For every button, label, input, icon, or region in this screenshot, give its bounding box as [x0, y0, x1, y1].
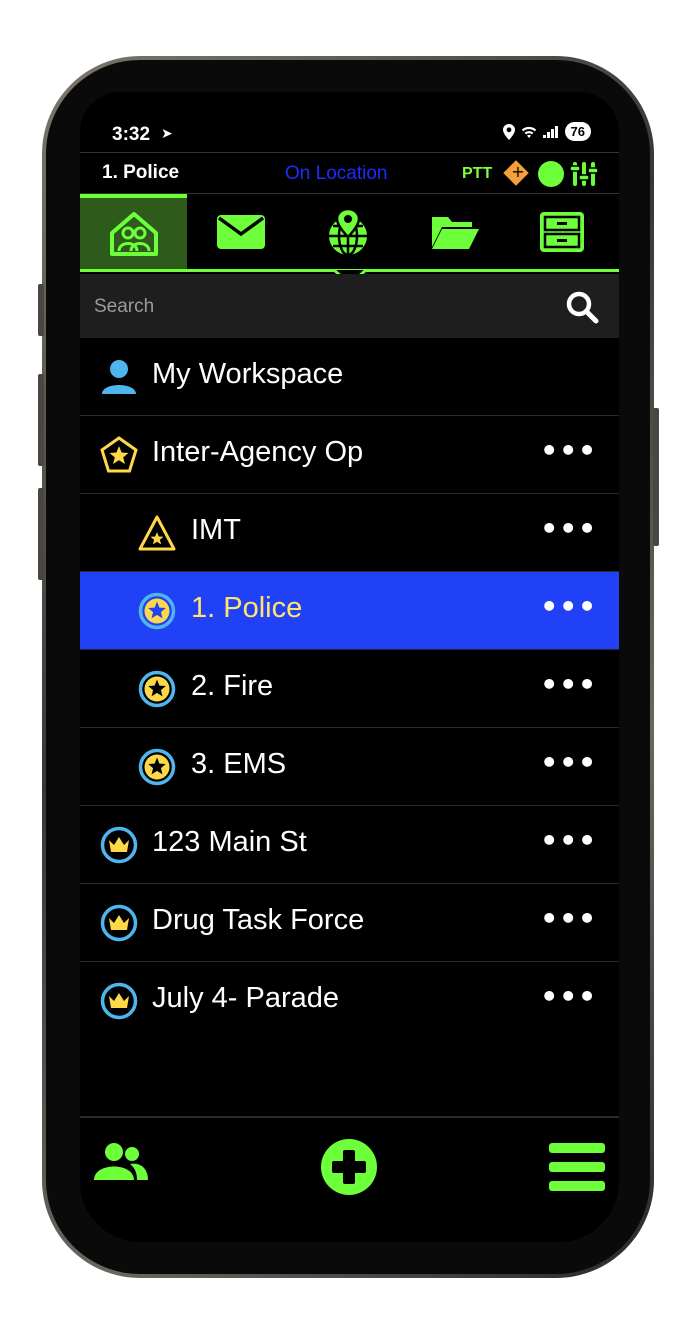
- workspace-list: My Workspace Inter-Agency Op ••• IMT •••: [80, 338, 619, 1040]
- mail-icon: [216, 215, 265, 249]
- volume-down-button: [38, 488, 44, 580]
- info-row: 1. Police On Location PTT +: [80, 152, 619, 194]
- status-icons: 76: [502, 122, 591, 141]
- side-button: [38, 284, 44, 336]
- tab-bar: [80, 194, 619, 270]
- list-item[interactable]: July 4- Parade •••: [80, 962, 619, 1040]
- plus-icon: +: [511, 162, 525, 181]
- more-options-button[interactable]: •••: [540, 902, 597, 935]
- list-item-label: My Workspace: [152, 358, 344, 390]
- volume-up-button: [38, 374, 44, 466]
- unit-name[interactable]: 1. Police: [102, 162, 179, 184]
- list-item[interactable]: IMT •••: [80, 494, 619, 572]
- more-options-button[interactable]: •••: [540, 980, 597, 1013]
- globe-pin-icon: [328, 207, 367, 257]
- tab-map[interactable]: [294, 194, 401, 270]
- screen: 3:32 ➤ 76 1. Police On Location PTT + Se…: [80, 92, 619, 1242]
- folder-icon: [431, 217, 479, 249]
- search-input[interactable]: [92, 288, 536, 326]
- search-bar: [80, 274, 619, 338]
- ptt-label[interactable]: PTT: [462, 165, 492, 183]
- add-icon[interactable]: [320, 1138, 378, 1196]
- list-item-label: 2. Fire: [191, 670, 274, 702]
- search-icon[interactable]: [565, 290, 599, 324]
- crown-icon: [100, 826, 138, 864]
- list-item-label: July 4- Parade: [152, 982, 339, 1014]
- wifi-icon: [521, 126, 536, 138]
- tab-cabinet[interactable]: [508, 194, 615, 270]
- list-item-label: IMT: [191, 514, 241, 546]
- list-item[interactable]: 3. EMS •••: [80, 728, 619, 806]
- more-options-button[interactable]: •••: [540, 824, 597, 857]
- crown-icon: [100, 982, 138, 1020]
- more-options-button[interactable]: •••: [540, 668, 597, 701]
- battery-badge: 76: [564, 122, 591, 141]
- tab-files[interactable]: [401, 194, 508, 270]
- contacts-icon[interactable]: [92, 1140, 150, 1184]
- online-status-icon[interactable]: [538, 161, 564, 187]
- list-item-selected[interactable]: 1. Police •••: [80, 572, 619, 650]
- list-item[interactable]: Inter-Agency Op •••: [80, 416, 619, 494]
- tab-messages[interactable]: [187, 194, 294, 270]
- power-button: [653, 408, 659, 546]
- bottom-bar: [80, 1116, 619, 1218]
- navigation-arrow-icon: ➤: [161, 126, 173, 142]
- circle-star-icon: [138, 670, 176, 708]
- menu-icon[interactable]: [548, 1142, 606, 1192]
- signal-icon: [542, 125, 558, 138]
- list-item[interactable]: 2. Fire •••: [80, 650, 619, 728]
- circle-star-icon: [138, 748, 176, 786]
- list-item-label: Drug Task Force: [152, 904, 365, 936]
- list-item-label: 3. EMS: [191, 748, 287, 780]
- list-item-label: 1. Police: [191, 592, 303, 624]
- circle-star-icon: [138, 592, 176, 630]
- tab-home[interactable]: [80, 194, 187, 270]
- home-team-icon: [109, 212, 158, 256]
- pentagon-star-icon: [100, 436, 138, 473]
- more-options-button[interactable]: •••: [540, 512, 597, 545]
- list-item[interactable]: 123 Main St •••: [80, 806, 619, 884]
- list-item[interactable]: My Workspace: [80, 338, 619, 416]
- person-icon: [102, 360, 136, 394]
- more-options-button[interactable]: •••: [540, 746, 597, 779]
- cabinet-icon: [539, 212, 584, 252]
- list-item[interactable]: Drug Task Force •••: [80, 884, 619, 962]
- crown-icon: [100, 904, 138, 942]
- status-text[interactable]: On Location: [285, 163, 387, 185]
- more-options-button[interactable]: •••: [540, 590, 597, 623]
- status-time: 3:32: [112, 124, 151, 145]
- location-icon: [502, 123, 515, 140]
- status-bar: 3:32 ➤ 76: [80, 116, 619, 152]
- list-item-label: 123 Main St: [152, 826, 307, 858]
- more-options-button[interactable]: •••: [540, 434, 597, 467]
- triangle-star-icon: [138, 515, 176, 551]
- sliders-icon[interactable]: [570, 161, 598, 187]
- list-item-label: Inter-Agency Op: [152, 436, 364, 468]
